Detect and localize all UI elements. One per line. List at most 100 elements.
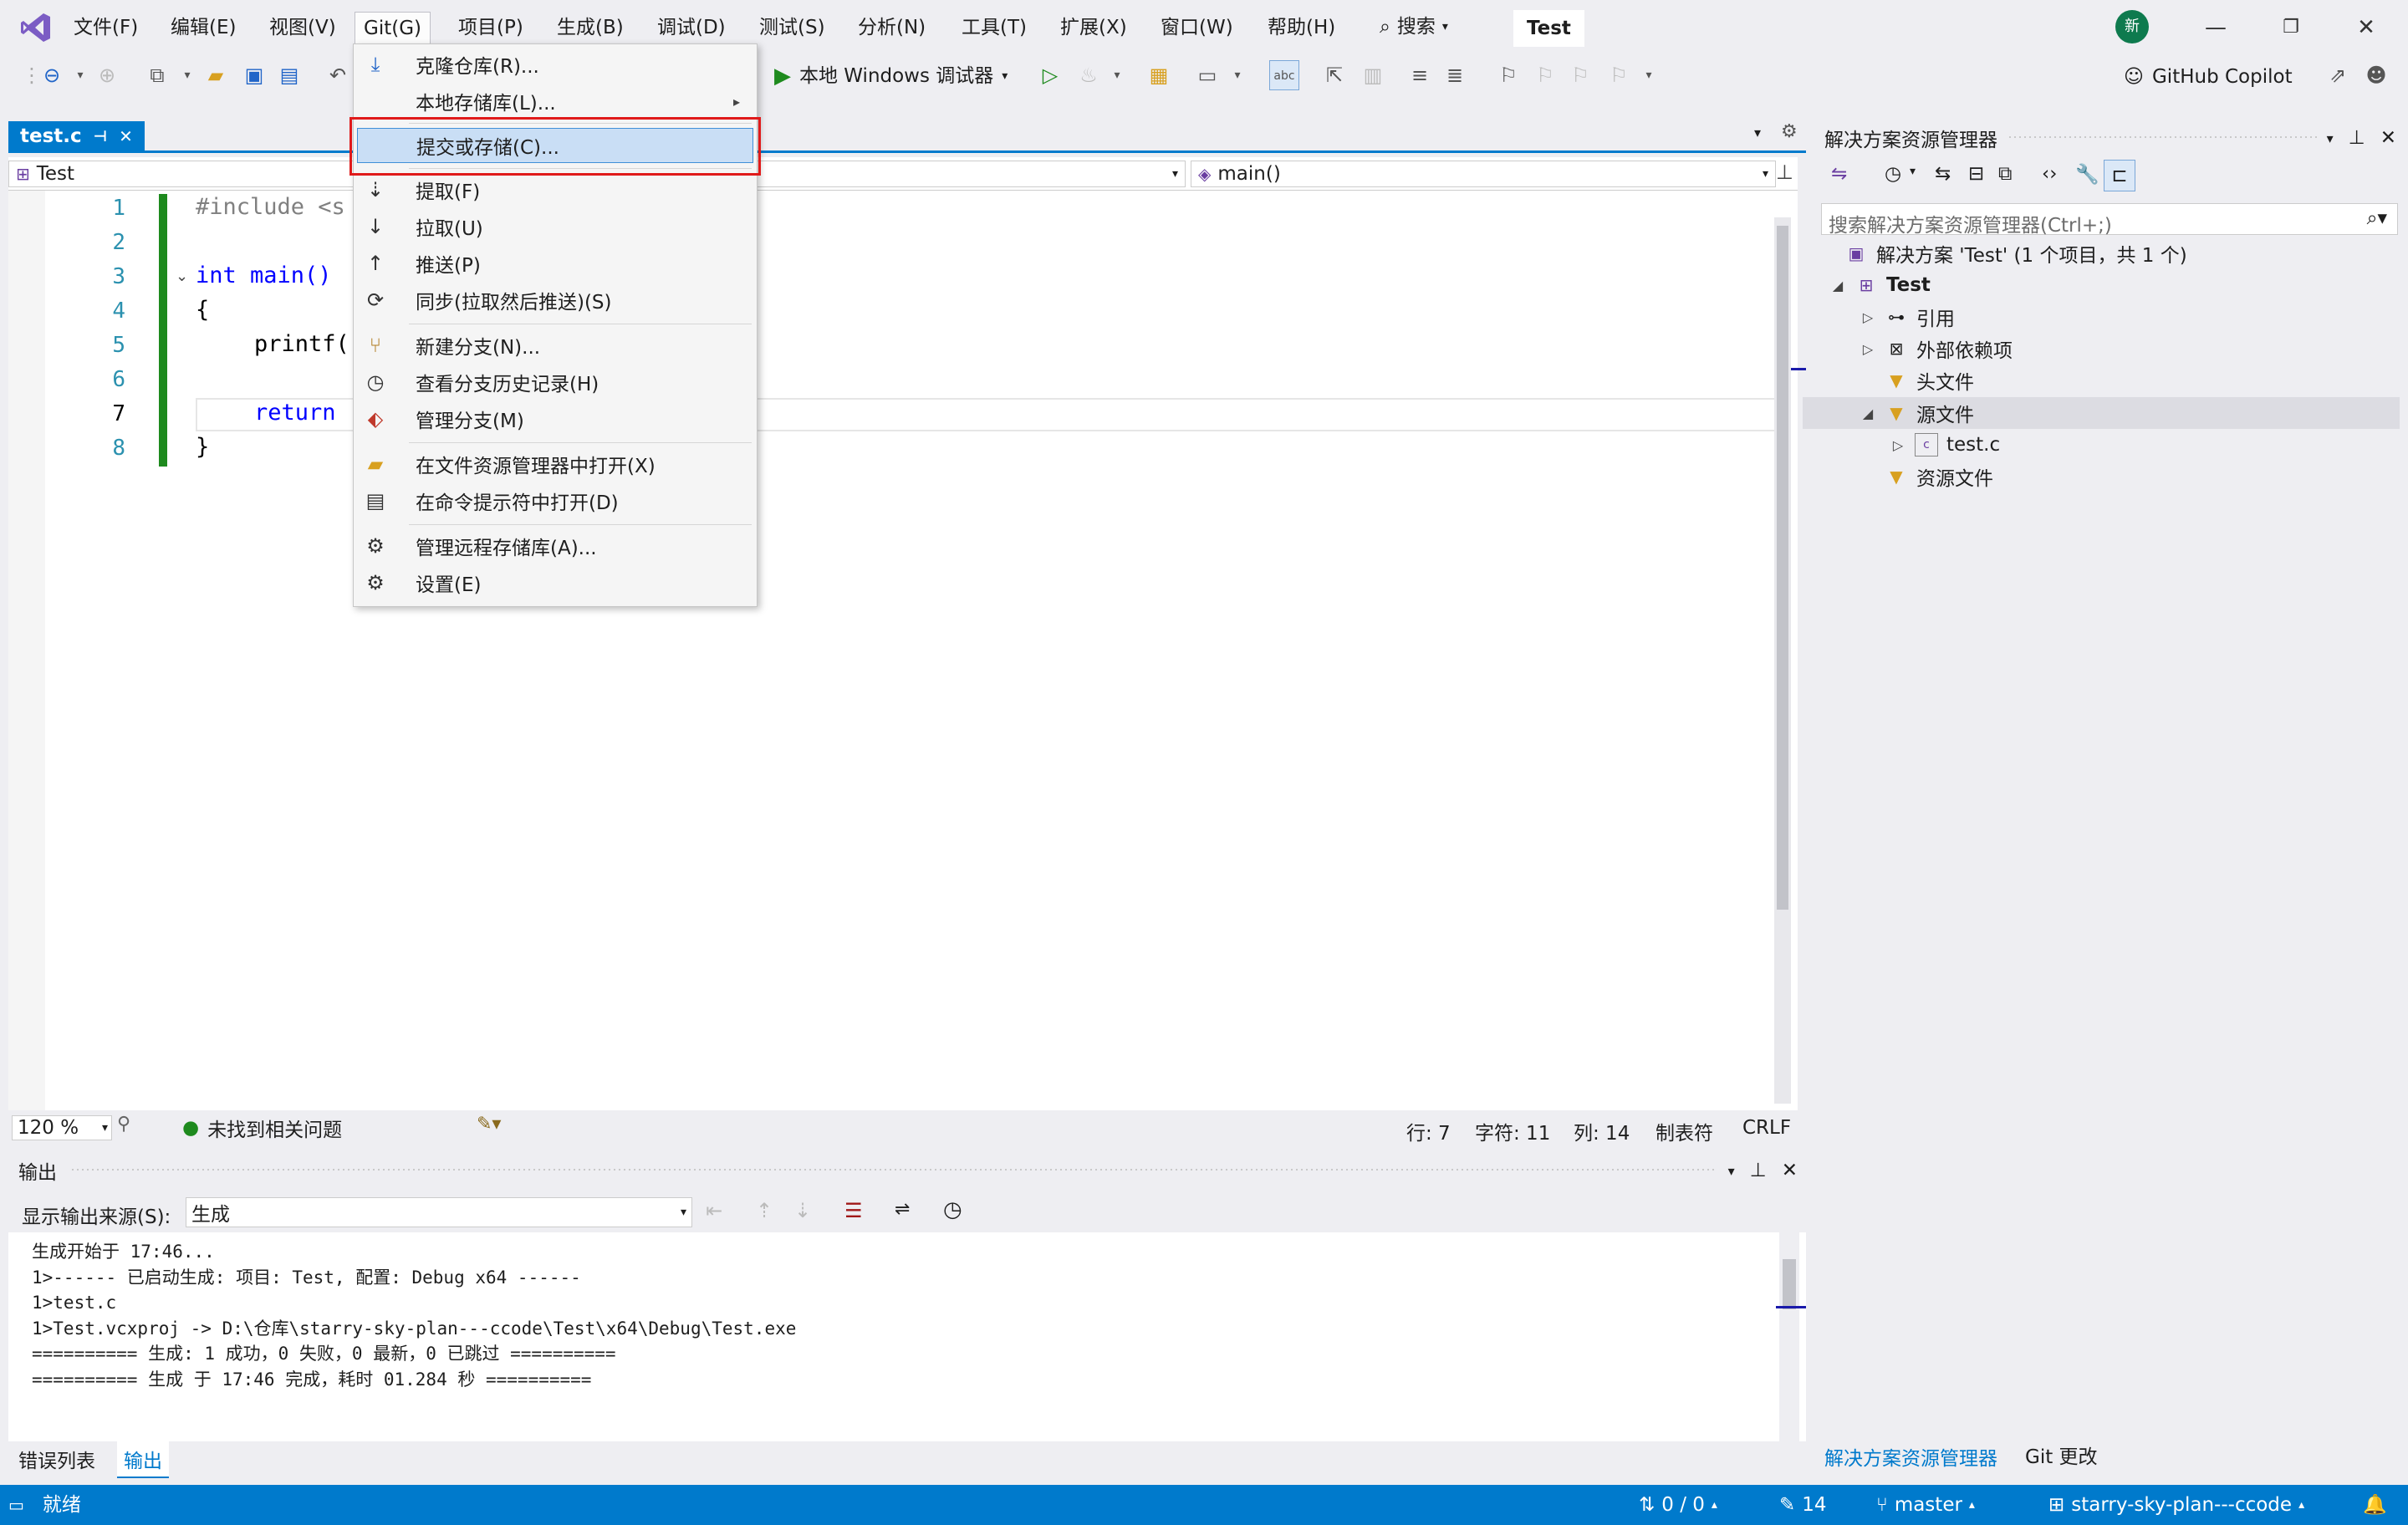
changes-status[interactable]: ✎ 14 [1779,1485,1827,1525]
eol-info[interactable]: CRLF [1742,1117,1791,1139]
menu-item-manage-branches[interactable]: ⬖ 管理分支(M) [357,402,753,436]
restore-icon[interactable]: ❐ [2266,8,2316,47]
github-copilot-button[interactable]: ☺ GitHub Copilot [2124,60,2293,94]
menu-item-manage-remotes[interactable]: ⚙ 管理远程存储库(A)... [357,529,753,563]
word-wrap-icon[interactable]: ⇌ [895,1199,910,1220]
output-text[interactable]: 生成开始于 17:46... 1>------ 已启动生成: 项目: Test, … [8,1232,1806,1441]
output-scrollbar[interactable] [1776,1232,1806,1441]
issues-indicator[interactable]: ● 未找到相关问题 [182,1114,342,1142]
repository-status[interactable]: ⊞ starry-sky-plan---ccode ▴ [2048,1485,2304,1525]
menu-analyze[interactable]: 分析(N) [849,12,934,43]
zoom-dropdown[interactable]: 120 % ▾ [12,1115,112,1140]
menu-tools[interactable]: 工具(T) [953,12,1035,43]
pin-icon[interactable]: ⊥ [2349,127,2365,149]
tree-node-references[interactable]: ▷ ⊶ 引用 [1860,302,1955,332]
tree-node-test-c[interactable]: ▷ c test.c [1890,430,2000,460]
pin-icon[interactable]: ⊥ [1750,1160,1767,1181]
forward-icon[interactable]: ⊕ [92,60,122,90]
history-icon[interactable]: ◷ [1885,163,1901,185]
tree-node-project[interactable]: ◢ ⊞ Test [1829,270,1931,300]
switch-views-icon[interactable]: ⇋ [1831,163,1847,185]
start-debugging-button[interactable]: ▶ 本地 Windows 调试器 ▾ [774,60,1008,92]
search-icon[interactable]: ⌕▾ [2367,207,2387,229]
menu-git[interactable]: Git(G) [355,12,431,43]
prev-bookmark-icon[interactable]: ⚐ [1530,60,1560,90]
minimize-icon[interactable]: — [2191,8,2241,47]
tab-test-c[interactable]: test.c ⊣ ✕ [8,121,145,151]
tree-node-header-files[interactable]: ▼ 头文件 [1885,365,1974,395]
clock-icon[interactable]: ◷ [943,1197,962,1222]
char-info[interactable]: 字符: 11 [1475,1117,1550,1145]
clear-all-icon[interactable]: ☰ [844,1199,863,1222]
pin-icon[interactable]: ⊣ [94,128,107,145]
collapse-icon[interactable]: ⌄ [176,268,188,285]
bookmark-icon[interactable]: ⚐ [1493,60,1523,90]
indent-icon[interactable]: ≡ [1405,60,1435,90]
menu-edit[interactable]: 编辑(E) [162,12,244,43]
avatar[interactable]: 新 [2115,10,2149,43]
properties-icon[interactable]: 🔧 [2075,163,2099,186]
open-file-icon[interactable]: ▰ [201,60,231,90]
tab-output[interactable]: 输出 [117,1441,169,1478]
menu-view[interactable]: 视图(V) [261,12,344,43]
save-all-icon[interactable]: ▤ [274,60,304,90]
new-project-icon[interactable]: ⧉ [142,60,172,90]
chevron-down-icon[interactable]: ▾ [1102,60,1132,90]
back-icon[interactable]: ⊖ [37,60,67,90]
code-cleanup-icon[interactable]: ✎▾ [477,1114,501,1135]
comment-icon[interactable]: ▥ [1358,60,1388,90]
expanded-triangle-icon[interactable]: ◢ [1860,405,1876,421]
tab-error-list[interactable]: 错误列表 [18,1445,95,1473]
menu-item-branch-history[interactable]: ◷ 查看分支历史记录(H) [357,365,753,399]
undo-icon[interactable]: ↶ [323,60,353,90]
chevron-down-icon[interactable]: ▾ [1728,1163,1735,1179]
code-editor[interactable]: 1 2 3 4 5 6 7 8 ⌄ #include <s int main()… [8,191,1806,1110]
collapsed-triangle-icon[interactable]: ▷ [1860,341,1876,357]
menu-item-settings[interactable]: ⚙ 设置(E) [357,566,753,599]
menu-test[interactable]: 测试(S) [751,12,834,43]
menu-extensions[interactable]: 扩展(X) [1052,12,1135,43]
notifications-icon[interactable]: 🔔 [2363,1485,2387,1525]
sync-with-document-icon[interactable]: ⇆ [1935,163,1951,185]
show-all-files-icon[interactable]: ⧉ [1998,163,2012,185]
menu-build[interactable]: 生成(B) [548,12,632,43]
menu-item-open-in-command-prompt[interactable]: ▤ 在命令提示符中打开(D) [357,484,753,518]
chevron-down-icon[interactable]: ▾ [2327,130,2334,146]
chevron-down-icon[interactable]: ▾ [172,60,202,90]
output-source-dropdown[interactable]: 生成 ▾ [186,1197,692,1227]
next-message-icon[interactable]: ⇣ [794,1199,811,1222]
expanded-triangle-icon[interactable]: ◢ [1829,278,1846,293]
spell-check-icon[interactable]: abc [1269,60,1299,90]
menu-item-local-repositories[interactable]: 本地存储库(L)... ▸ [357,84,753,118]
tree-node-resource-files[interactable]: ▼ 资源文件 [1885,462,1993,492]
chevron-down-icon[interactable]: ▾ [1754,125,1761,140]
menu-project[interactable]: 项目(P) [450,12,532,43]
menu-item-sync[interactable]: ⟳ 同步(拉取然后推送)(S) [357,283,753,317]
visual-studio-logo-icon[interactable] [18,10,54,45]
tree-node-external-dependencies[interactable]: ▷ ⊠ 外部依赖项 [1860,334,2013,364]
menu-file[interactable]: 文件(F) [65,12,146,43]
preview-icon[interactable]: ⊏ [2104,160,2135,191]
function-dropdown[interactable]: ◈ main() ▾ [1191,161,1776,187]
collapsed-triangle-icon[interactable]: ▷ [1890,437,1906,453]
line-info[interactable]: 行: 7 [1406,1117,1451,1145]
previous-message-icon[interactable]: ⇡ [756,1199,773,1222]
browse-folder-icon[interactable]: ▦ [1144,60,1174,90]
gear-icon[interactable]: ⚙ [1781,121,1798,142]
chevron-down-icon[interactable]: ▾ [1222,60,1252,90]
menu-debug[interactable]: 调试(D) [649,12,734,43]
collapse-all-icon[interactable]: ⊟ [1968,163,1984,185]
menu-item-pull[interactable]: ↓ 拉取(U) [357,210,753,243]
search-box[interactable]: ⌕ 搜索 ▾ [1380,10,1448,43]
layout-icon[interactable]: ▭ [1192,60,1222,90]
code-icon[interactable]: ‹› [2042,163,2057,185]
menu-window[interactable]: 窗口(W) [1152,12,1242,43]
close-icon[interactable]: ✕ [2380,127,2396,149]
sync-status[interactable]: ⇅ 0 / 0 ▴ [1639,1485,1717,1525]
tab-solution-explorer[interactable]: 解决方案资源管理器 [1824,1442,1997,1471]
menu-item-push[interactable]: ↑ 推送(P) [357,247,753,280]
tree-node-source-files[interactable]: ◢ ▼ 源文件 [1860,398,1974,428]
close-icon[interactable]: ✕ [2341,8,2391,47]
intellicode-icon[interactable]: ⚲ [117,1114,130,1135]
close-icon[interactable]: ✕ [119,126,133,146]
